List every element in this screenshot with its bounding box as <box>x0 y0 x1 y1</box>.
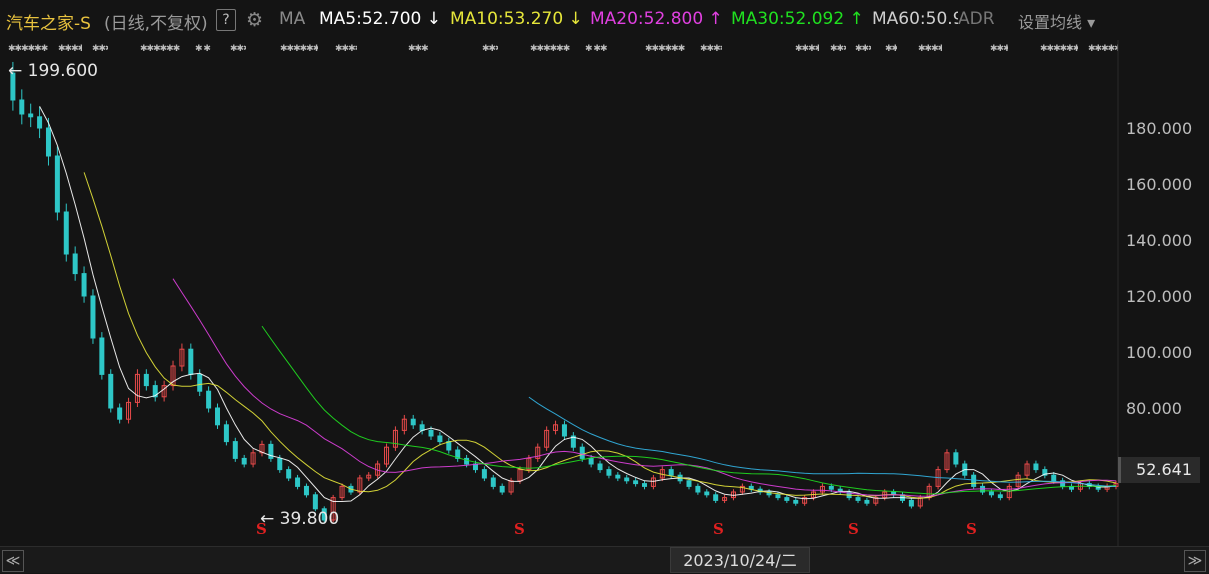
ma30-line <box>261 325 1117 495</box>
candle-body <box>642 483 648 487</box>
candle-body <box>997 494 1003 499</box>
candle-body <box>686 480 692 487</box>
candle-body <box>223 424 229 443</box>
candle-body <box>490 477 496 487</box>
candle-body <box>633 480 639 485</box>
candle-body <box>481 469 487 479</box>
price-chart[interactable] <box>0 0 1209 572</box>
candle-body <box>428 429 434 437</box>
scroll-right-button[interactable]: ≫ <box>1184 550 1206 572</box>
candle-body <box>108 373 114 409</box>
candle-body <box>303 485 309 496</box>
candle-body <box>63 211 69 255</box>
candle-body <box>464 457 470 465</box>
candle-body <box>615 474 621 479</box>
y-tick-label: 120.000 <box>1126 287 1193 306</box>
candle-body <box>232 441 238 459</box>
y-tick-label: 100.000 <box>1126 343 1193 362</box>
candle-body <box>286 469 292 479</box>
s-marker[interactable]: S <box>514 520 525 538</box>
candle-body <box>499 485 505 493</box>
time-axis-bar: ≪ 2023/10/24/二 ≫ <box>0 546 1209 573</box>
candle-body <box>206 390 212 409</box>
candle-body <box>588 457 594 465</box>
candle-body <box>606 469 612 476</box>
ma5-line <box>39 106 1117 502</box>
ma10-line <box>83 172 1117 499</box>
candle-body <box>1051 474 1057 482</box>
candle-body <box>704 491 710 496</box>
candle-body <box>241 457 247 465</box>
candle-body <box>597 463 603 471</box>
candle-body <box>713 494 719 501</box>
candle-body <box>277 457 283 471</box>
candle-body <box>410 418 416 426</box>
candle-body <box>197 373 203 392</box>
candle-body <box>54 155 60 213</box>
candle-body <box>695 485 701 493</box>
candle-body <box>624 477 630 482</box>
candle-body <box>855 497 861 501</box>
s-marker[interactable]: S <box>713 520 724 538</box>
candle-body <box>72 253 78 275</box>
candle-body <box>143 373 149 387</box>
max-price-annotation: ← 199.600 <box>8 61 98 81</box>
candle-body <box>561 424 567 437</box>
candle-body <box>1033 463 1039 471</box>
candle-body <box>988 491 994 496</box>
candle-body <box>188 348 194 375</box>
candle-body <box>864 499 870 504</box>
s-marker[interactable]: S <box>256 520 267 538</box>
candle-body <box>37 116 43 129</box>
last-price-tag: 52.641 <box>1118 457 1200 483</box>
scroll-left-button[interactable]: ≪ <box>2 550 24 572</box>
ma60-line <box>528 396 1117 487</box>
y-tick-label: 80.000 <box>1126 399 1182 418</box>
s-marker[interactable]: S <box>848 520 859 538</box>
y-tick-label: 180.000 <box>1126 119 1193 138</box>
ma20-line <box>172 278 1117 497</box>
cursor-date: 2023/10/24/二 <box>670 547 810 573</box>
candle-body <box>90 295 96 339</box>
candle-body <box>793 499 799 504</box>
candle-body <box>953 452 959 465</box>
candle-body <box>908 499 914 507</box>
candle-body <box>579 446 585 459</box>
candle-body <box>312 494 318 510</box>
candle-body <box>19 99 25 115</box>
min-price-annotation: ← 39.800 <box>260 509 340 529</box>
candle-body <box>828 485 834 490</box>
candle-body <box>971 474 977 487</box>
candle-body <box>81 273 87 297</box>
candle-body <box>117 407 123 420</box>
candle-body <box>215 407 221 426</box>
y-tick-label: 140.000 <box>1126 231 1193 250</box>
candle-body <box>775 494 781 499</box>
candle-body <box>45 127 51 157</box>
s-marker[interactable]: S <box>966 520 977 538</box>
candle-body <box>295 477 301 487</box>
candle-body <box>668 469 674 476</box>
candle-body <box>784 497 790 501</box>
y-tick-label: 160.000 <box>1126 175 1193 194</box>
candle-body <box>437 435 443 443</box>
candle-body <box>99 337 105 375</box>
candle-body <box>28 113 34 118</box>
